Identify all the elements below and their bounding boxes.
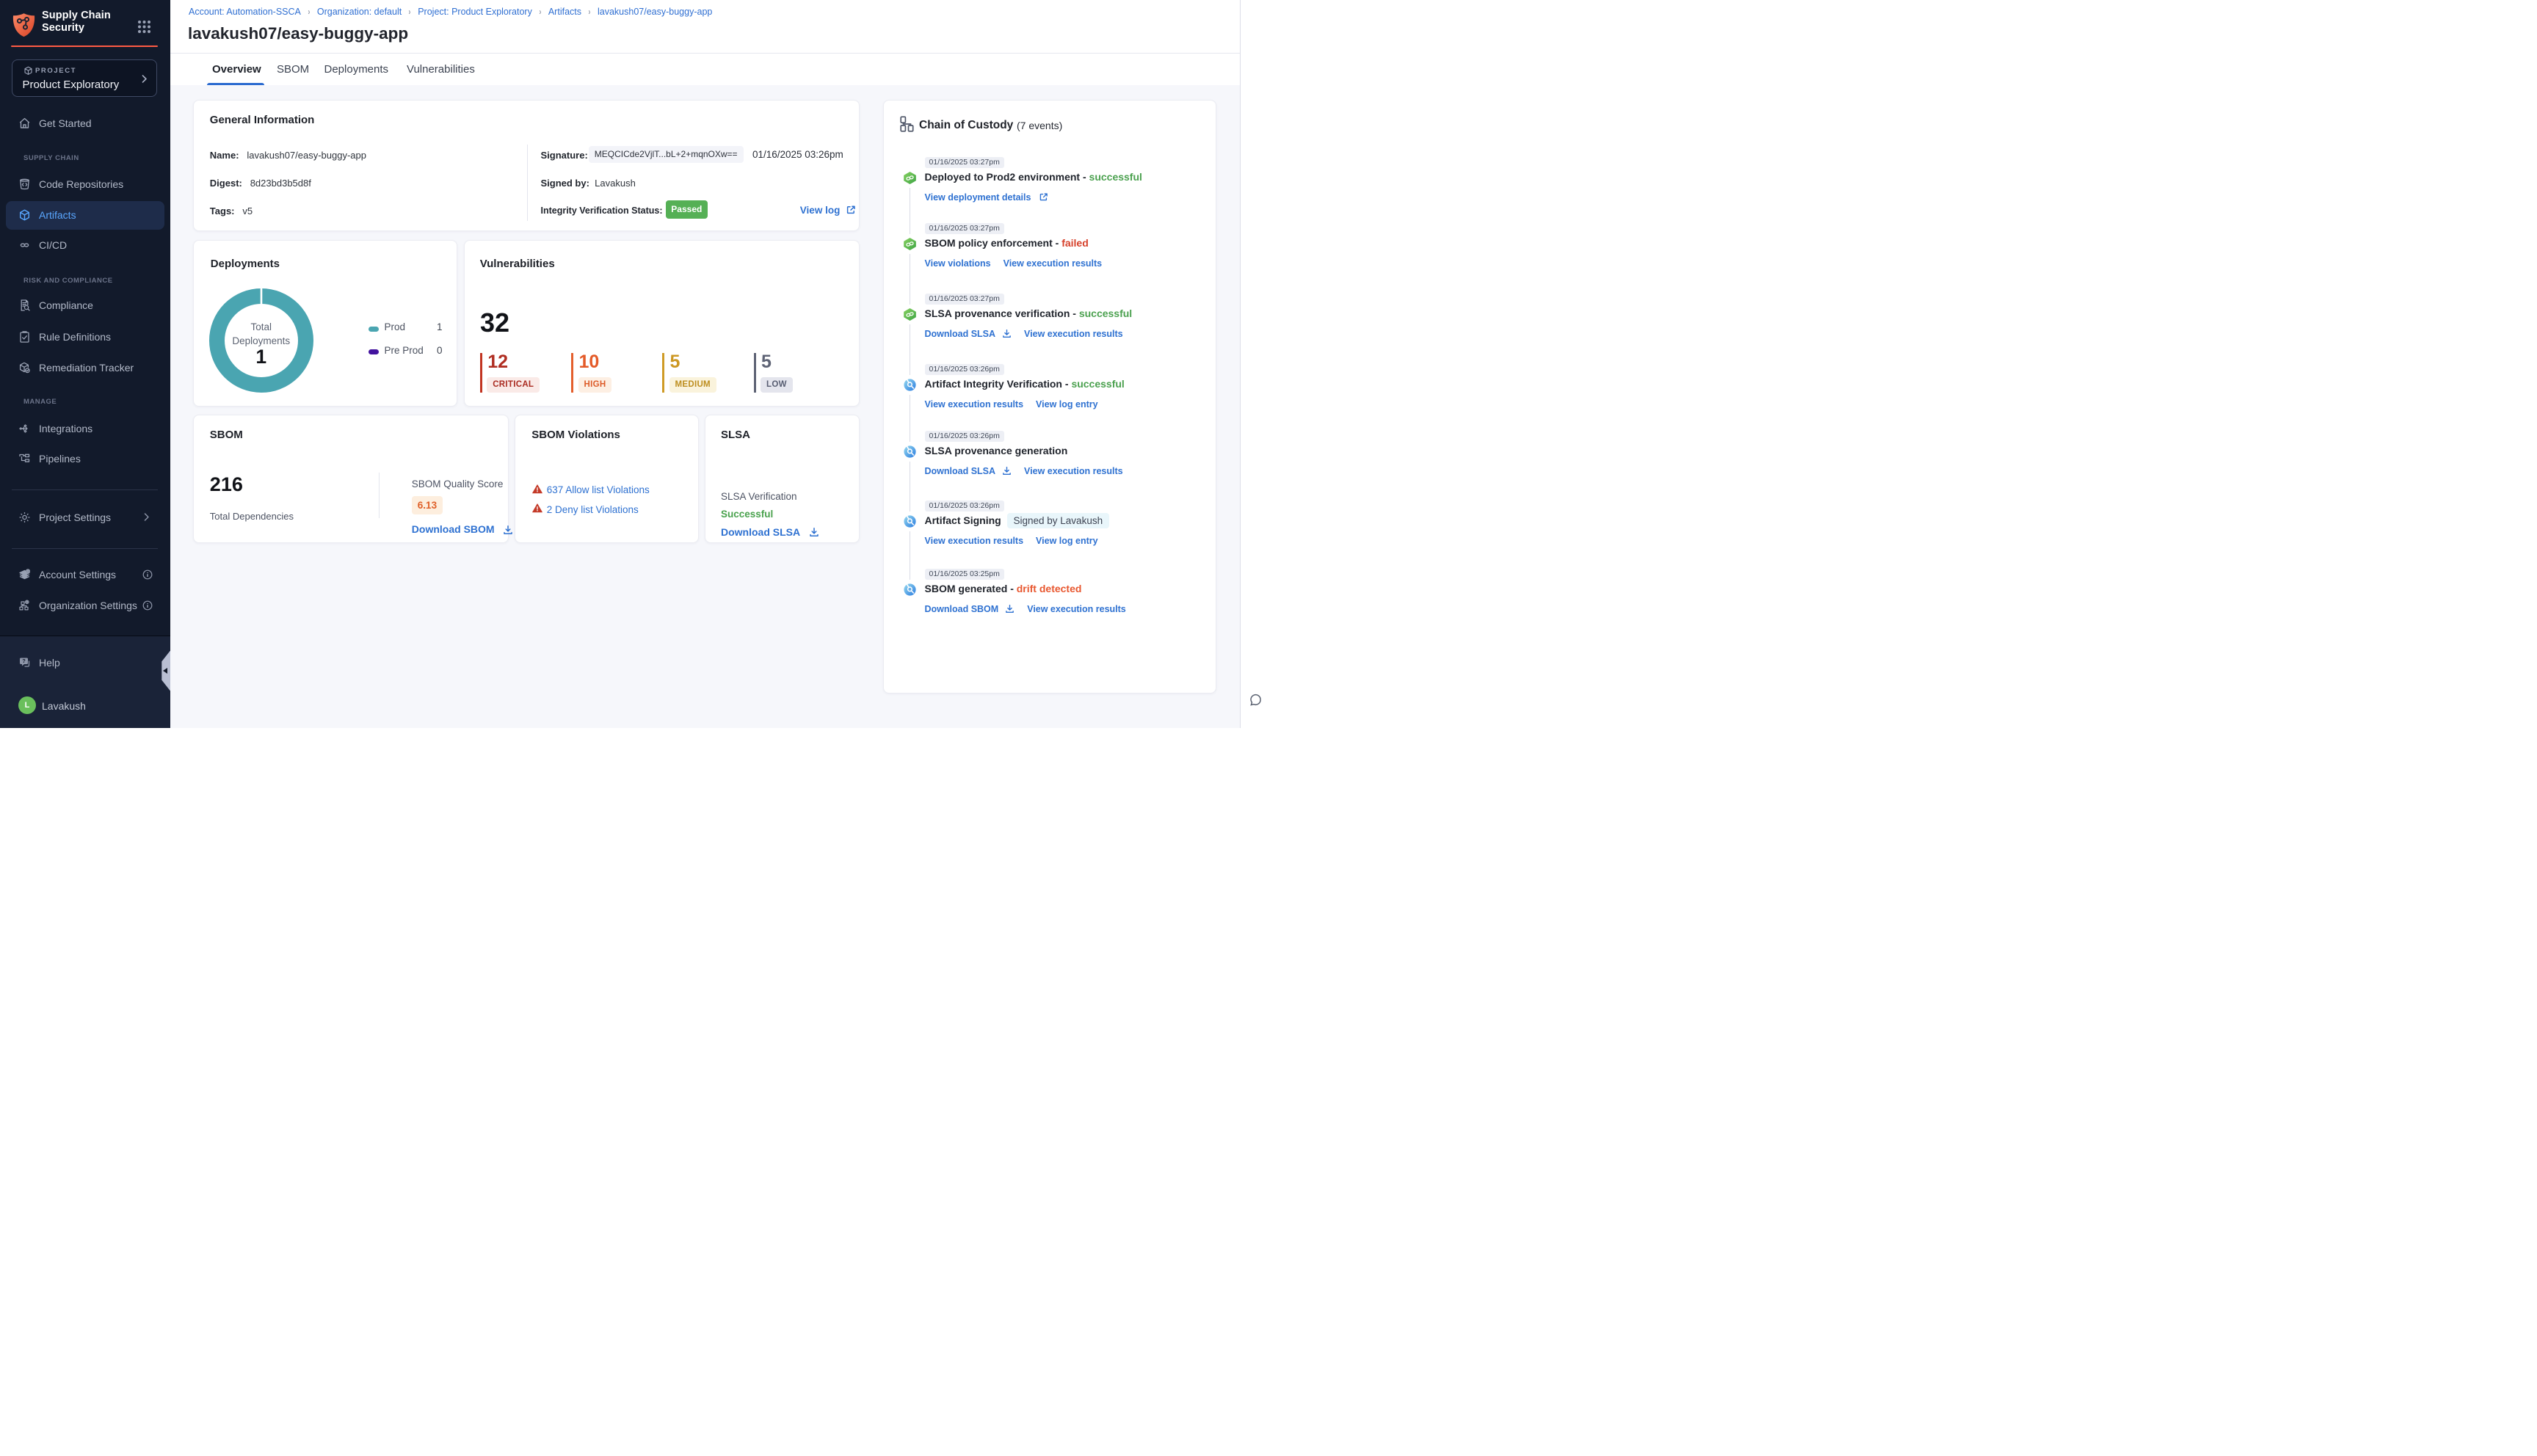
svg-text:?: ? bbox=[22, 658, 26, 664]
